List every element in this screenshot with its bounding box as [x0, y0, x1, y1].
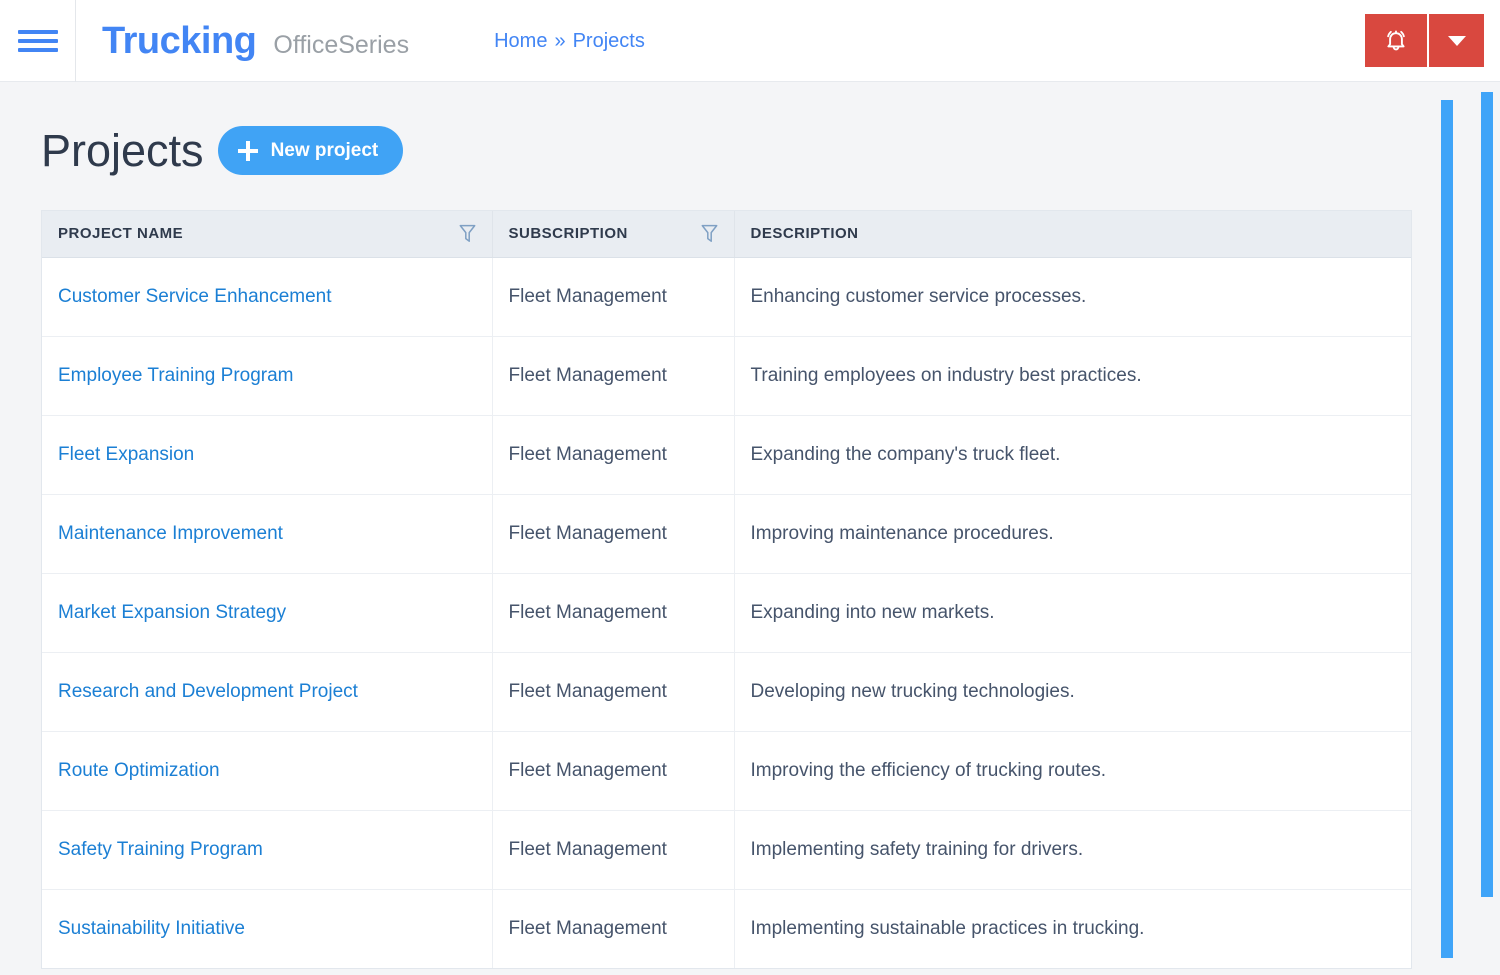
cell-subscription: Fleet Management: [492, 652, 735, 732]
cell-description: Implementing safety training for drivers…: [734, 810, 1411, 890]
table-row: Sustainability Initiative Fleet Managemen…: [42, 889, 1411, 968]
cell-subscription: Fleet Management: [492, 494, 735, 574]
navbar-actions: [1365, 14, 1484, 67]
table-row: Route Optimization Fleet Management Improv…: [42, 731, 1411, 811]
cell-project-name: Research and Development Project: [42, 652, 493, 732]
cell-description: Expanding the company's truck fleet.: [734, 415, 1411, 495]
table-row: Employee Training Program Fleet Managemen…: [42, 336, 1411, 416]
cell-project-name: Route Optimization: [42, 731, 493, 811]
project-name-link[interactable]: Market Expansion Strategy: [58, 602, 286, 623]
new-project-button-label: New project: [270, 139, 379, 161]
breadcrumb-home-link[interactable]: Home: [494, 31, 547, 51]
cell-description: Expanding into new markets.: [734, 573, 1411, 653]
projects-table-container: PROJECT NAME SUBSCRIPTION DESCRIPTION Cu…: [41, 210, 1412, 969]
cell-subscription: Fleet Management: [492, 257, 735, 337]
cell-description: Developing new trucking technologies.: [734, 652, 1411, 732]
cell-subscription: Fleet Management: [492, 810, 735, 890]
bell-icon: [1387, 30, 1405, 51]
project-name-link[interactable]: Customer Service Enhancement: [58, 286, 332, 307]
notifications-button[interactable]: [1365, 14, 1427, 67]
page-header: Projects New project: [0, 82, 1500, 175]
column-header-description-label: DESCRIPTION: [750, 225, 859, 243]
cell-project-name: Sustainability Initiative: [42, 889, 493, 968]
new-project-button[interactable]: New project: [217, 126, 404, 175]
table-row: Maintenance Improvement Fleet Management I…: [42, 494, 1411, 574]
brand: Trucking OfficeSeries: [76, 22, 409, 60]
project-name-link[interactable]: Fleet Expansion: [58, 444, 194, 465]
chevron-down-icon: [1447, 35, 1466, 46]
brand-title: Trucking: [102, 19, 257, 62]
filter-icon[interactable]: [701, 224, 718, 243]
plus-icon: [237, 140, 258, 161]
page-scrollbar-thumb[interactable]: [1481, 92, 1493, 897]
table-row: Market Expansion Strategy Fleet Managemen…: [42, 573, 1411, 653]
cell-description: Training employees on industry best prac…: [734, 336, 1411, 416]
cell-project-name: Employee Training Program: [42, 336, 493, 416]
cell-subscription: Fleet Management: [492, 336, 735, 416]
page-title: Projects: [41, 125, 204, 176]
cell-subscription: Fleet Management: [492, 731, 735, 811]
notifications-dropdown-button[interactable]: [1429, 14, 1484, 67]
project-name-link[interactable]: Maintenance Improvement: [58, 523, 283, 544]
cell-description: Improving the efficiency of trucking rou…: [734, 731, 1411, 811]
cell-subscription: Fleet Management: [492, 889, 735, 968]
cell-description: Improving maintenance procedures.: [734, 494, 1411, 574]
cell-project-name: Maintenance Improvement: [42, 494, 493, 574]
cell-project-name: Fleet Expansion: [42, 415, 493, 495]
column-header-subscription-label: SUBSCRIPTION: [508, 225, 628, 243]
project-name-link[interactable]: Research and Development Project: [58, 681, 358, 702]
cell-description: Enhancing customer service processes.: [734, 257, 1411, 337]
project-name-link[interactable]: Route Optimization: [58, 760, 220, 781]
table-row: Research and Development Project Fleet Ma…: [42, 652, 1411, 732]
column-header-description[interactable]: DESCRIPTION: [734, 211, 1411, 258]
column-header-project-name-label: PROJECT NAME: [58, 225, 184, 243]
table-body: Customer Service Enhancement Fleet Manage…: [42, 257, 1411, 968]
brand-subtitle: OfficeSeries: [273, 30, 410, 59]
filter-icon[interactable]: [459, 224, 476, 243]
breadcrumb-separator-icon: »: [554, 29, 566, 52]
project-name-link[interactable]: Employee Training Program: [58, 365, 294, 386]
project-name-link[interactable]: Sustainability Initiative: [58, 918, 245, 939]
content-scrollbar-thumb[interactable]: [1441, 100, 1453, 958]
table-row: Safety Training Program Fleet Management I…: [42, 810, 1411, 890]
project-name-link[interactable]: Safety Training Program: [58, 839, 263, 860]
cell-project-name: Customer Service Enhancement: [42, 257, 493, 337]
cell-description: Implementing sustainable practices in tr…: [750, 917, 1145, 939]
breadcrumb: Home » Projects: [494, 31, 645, 51]
table-row: Customer Service Enhancement Fleet Manage…: [42, 257, 1411, 337]
top-navbar: Trucking OfficeSeries Home » Projects: [0, 0, 1500, 82]
menu-toggle-button[interactable]: [0, 0, 76, 82]
cell-project-name: Market Expansion Strategy: [42, 573, 493, 653]
cell-project-name: Safety Training Program: [42, 810, 493, 890]
table-row: Fleet Expansion Fleet Management Expanding…: [42, 415, 1411, 495]
cell-subscription: Fleet Management: [492, 573, 735, 653]
table-header: PROJECT NAME SUBSCRIPTION DESCRIPTION: [42, 211, 1411, 258]
page-body: Projects New project PROJECT NAME SUBSCR…: [0, 82, 1500, 969]
column-header-subscription[interactable]: SUBSCRIPTION: [492, 211, 735, 258]
projects-table: PROJECT NAME SUBSCRIPTION DESCRIPTION Cu…: [42, 211, 1411, 968]
breadcrumb-projects-link[interactable]: Projects: [573, 31, 645, 51]
column-header-project-name[interactable]: PROJECT NAME: [42, 211, 493, 258]
hamburger-icon: [17, 28, 58, 54]
table-header-row: PROJECT NAME SUBSCRIPTION DESCRIPTION: [42, 211, 1411, 258]
cell-subscription: Fleet Management: [492, 415, 735, 495]
